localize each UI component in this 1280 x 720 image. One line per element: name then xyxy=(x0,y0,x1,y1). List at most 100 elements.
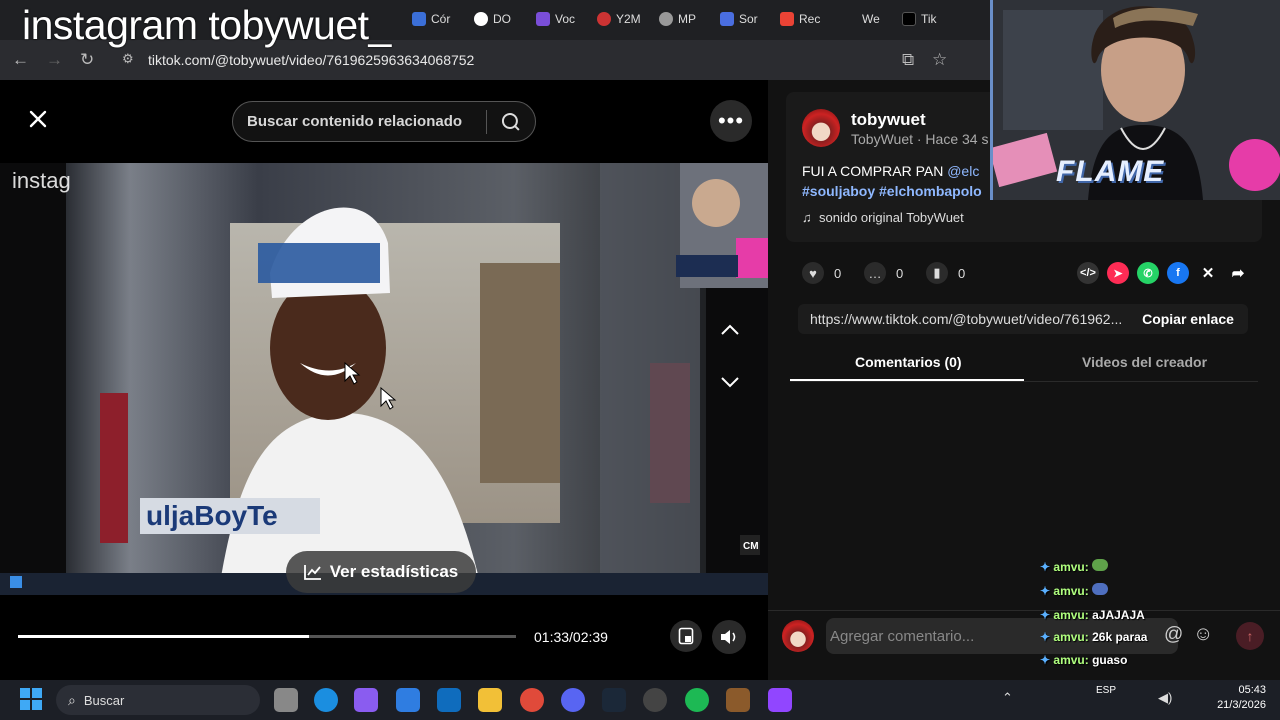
view-stats-button[interactable]: Ver estadísticas xyxy=(286,551,476,593)
chrome-icon[interactable] xyxy=(520,688,544,712)
pip-icon xyxy=(678,627,694,645)
search-icon: ⌕ xyxy=(68,691,76,708)
google-icon xyxy=(474,12,488,26)
sword-icon: ✦ xyxy=(1040,653,1051,667)
outlook-icon[interactable] xyxy=(437,688,461,712)
copilot-icon[interactable] xyxy=(354,688,378,712)
picture-in-picture-button[interactable] xyxy=(670,620,702,652)
chat-message: ✦ amvu: aJAJAJA xyxy=(1040,608,1145,622)
sword-icon: ✦ xyxy=(1040,584,1051,598)
music-note-icon: ♫ xyxy=(802,210,812,225)
back-icon[interactable]: ← xyxy=(12,50,29,70)
sword-icon: ✦ xyxy=(1040,608,1051,622)
tray-expand-icon[interactable]: ⌃ xyxy=(1002,690,1013,706)
like-button[interactable]: ♥ 0 xyxy=(802,262,841,284)
previous-video-button[interactable] xyxy=(716,316,744,344)
close-button[interactable] xyxy=(20,101,56,137)
volume-button[interactable] xyxy=(712,620,746,654)
spotify-icon[interactable] xyxy=(685,688,709,712)
pepe-emote-icon xyxy=(1092,559,1109,571)
bookmark-star-icon[interactable]: ☆ xyxy=(932,50,947,70)
post-description: FUI A COMPRAR PAN @elc xyxy=(802,163,979,179)
minecraft-icon[interactable] xyxy=(726,688,750,712)
gmail-icon xyxy=(780,12,794,26)
next-video-button[interactable] xyxy=(716,368,744,396)
store-icon[interactable] xyxy=(396,688,420,712)
browser-tab[interactable]: Cór xyxy=(412,8,450,30)
browser-tab[interactable]: Voc xyxy=(536,8,575,30)
url-field[interactable]: ⚙ tiktok.com/@tobywuet/video/76196259636… xyxy=(110,47,870,73)
send-to-friends-icon[interactable]: ➤ xyxy=(1107,262,1129,284)
video-content-image: uljaBoyTe CM instag xyxy=(0,163,768,595)
tab-creator-videos[interactable]: Videos del creador xyxy=(1082,354,1207,370)
browser-tab[interactable]: Sor xyxy=(720,8,758,30)
task-view-icon[interactable] xyxy=(274,688,298,712)
facebook-icon[interactable]: f xyxy=(1167,262,1189,284)
mention-at-icon[interactable]: @ xyxy=(1164,624,1183,646)
browser-tab[interactable]: Y2M xyxy=(597,8,641,30)
browser-tab[interactable]: MP xyxy=(659,8,696,30)
chevron-down-icon xyxy=(721,377,739,388)
chat-user: amvu: xyxy=(1053,630,1089,644)
browser-tab[interactable]: DO xyxy=(474,8,511,30)
more-options-button[interactable]: ••• xyxy=(710,100,752,142)
browser-tab[interactable]: Tik xyxy=(902,8,937,30)
edge-icon[interactable] xyxy=(314,688,338,712)
post-hashtags[interactable]: #souljaboy #elchombapolo xyxy=(802,183,982,199)
chat-text: guaso xyxy=(1092,653,1128,667)
volume-tray-icon[interactable]: ◀) xyxy=(1158,690,1172,706)
sound-label: sonido original TobyWuet xyxy=(818,210,964,225)
tab-label: Sor xyxy=(739,12,758,26)
language-indicator[interactable]: ESP xyxy=(1096,685,1116,696)
chat-user: amvu: xyxy=(1053,560,1089,574)
sword-icon: ✦ xyxy=(1040,630,1051,644)
tab-favicon xyxy=(597,12,611,26)
search-icon[interactable] xyxy=(487,110,535,134)
chat-user: amvu: xyxy=(1053,584,1089,598)
tab-label: MP xyxy=(678,12,696,26)
embed-icon[interactable]: </> xyxy=(1077,262,1099,284)
steam-icon[interactable] xyxy=(602,688,626,712)
description-text: FUI A COMPRAR PAN xyxy=(802,163,944,179)
save-button[interactable]: ▮ 0 xyxy=(926,262,965,284)
tiktok-icon xyxy=(902,12,916,26)
emoji-icon[interactable]: ☺ xyxy=(1193,623,1213,646)
flame-banner: FLAME xyxy=(1056,155,1165,188)
playback-time: 01:33/02:39 xyxy=(534,629,608,645)
save-count: 0 xyxy=(958,265,966,281)
taskbar-clock[interactable]: 05:43 21/3/2026 xyxy=(1196,683,1266,713)
site-info-icon[interactable]: ⚙ xyxy=(122,51,134,67)
install-icon[interactable]: ⧉ xyxy=(902,50,914,70)
comment-button[interactable]: … 0 xyxy=(864,262,903,284)
forward-icon[interactable]: → xyxy=(46,50,63,70)
sound-link[interactable]: ♫ sonido original TobyWuet xyxy=(802,210,964,225)
copy-link-button[interactable]: Copiar enlace xyxy=(1128,311,1248,327)
windows-start-icon[interactable] xyxy=(20,688,42,710)
tab-comments[interactable]: Comentarios (0) xyxy=(855,354,962,370)
share-arrow-icon[interactable]: ➦ xyxy=(1227,262,1249,284)
post-comment-button[interactable]: ↑ xyxy=(1236,622,1264,650)
folder-icon[interactable] xyxy=(478,688,502,712)
author-username[interactable]: tobywuet xyxy=(851,110,926,130)
taskbar-search[interactable]: ⌕ Buscar xyxy=(56,685,260,715)
mention-link[interactable]: @elc xyxy=(947,163,979,179)
discord-icon[interactable] xyxy=(561,688,585,712)
copy-link-box: https://www.tiktok.com/@tobywuet/video/7… xyxy=(798,304,1248,334)
tab-label: Voc xyxy=(555,12,576,26)
related-search-bar[interactable]: Buscar contenido relacionado xyxy=(232,101,536,142)
video-progress-bar[interactable] xyxy=(18,635,516,638)
view-stats-label: Ver estadísticas xyxy=(329,562,459,581)
x-icon[interactable]: ✕ xyxy=(1197,262,1219,284)
whatsapp-icon[interactable]: ✆ xyxy=(1137,262,1159,284)
chat-message: ✦ amvu: xyxy=(1040,559,1109,574)
browser-tab[interactable]: We xyxy=(862,8,880,30)
browser-tab[interactable]: Rec xyxy=(780,8,820,30)
tabs-divider xyxy=(790,381,1258,382)
author-avatar[interactable] xyxy=(802,109,840,147)
chat-user: amvu: xyxy=(1053,653,1089,667)
video-link-text[interactable]: https://www.tiktok.com/@tobywuet/video/7… xyxy=(798,311,1128,327)
reload-icon[interactable]: ↻ xyxy=(80,50,94,70)
stream-app-icon[interactable] xyxy=(768,688,792,712)
app-icon[interactable] xyxy=(643,688,667,712)
video-frame[interactable]: uljaBoyTe CM instag xyxy=(0,163,768,595)
